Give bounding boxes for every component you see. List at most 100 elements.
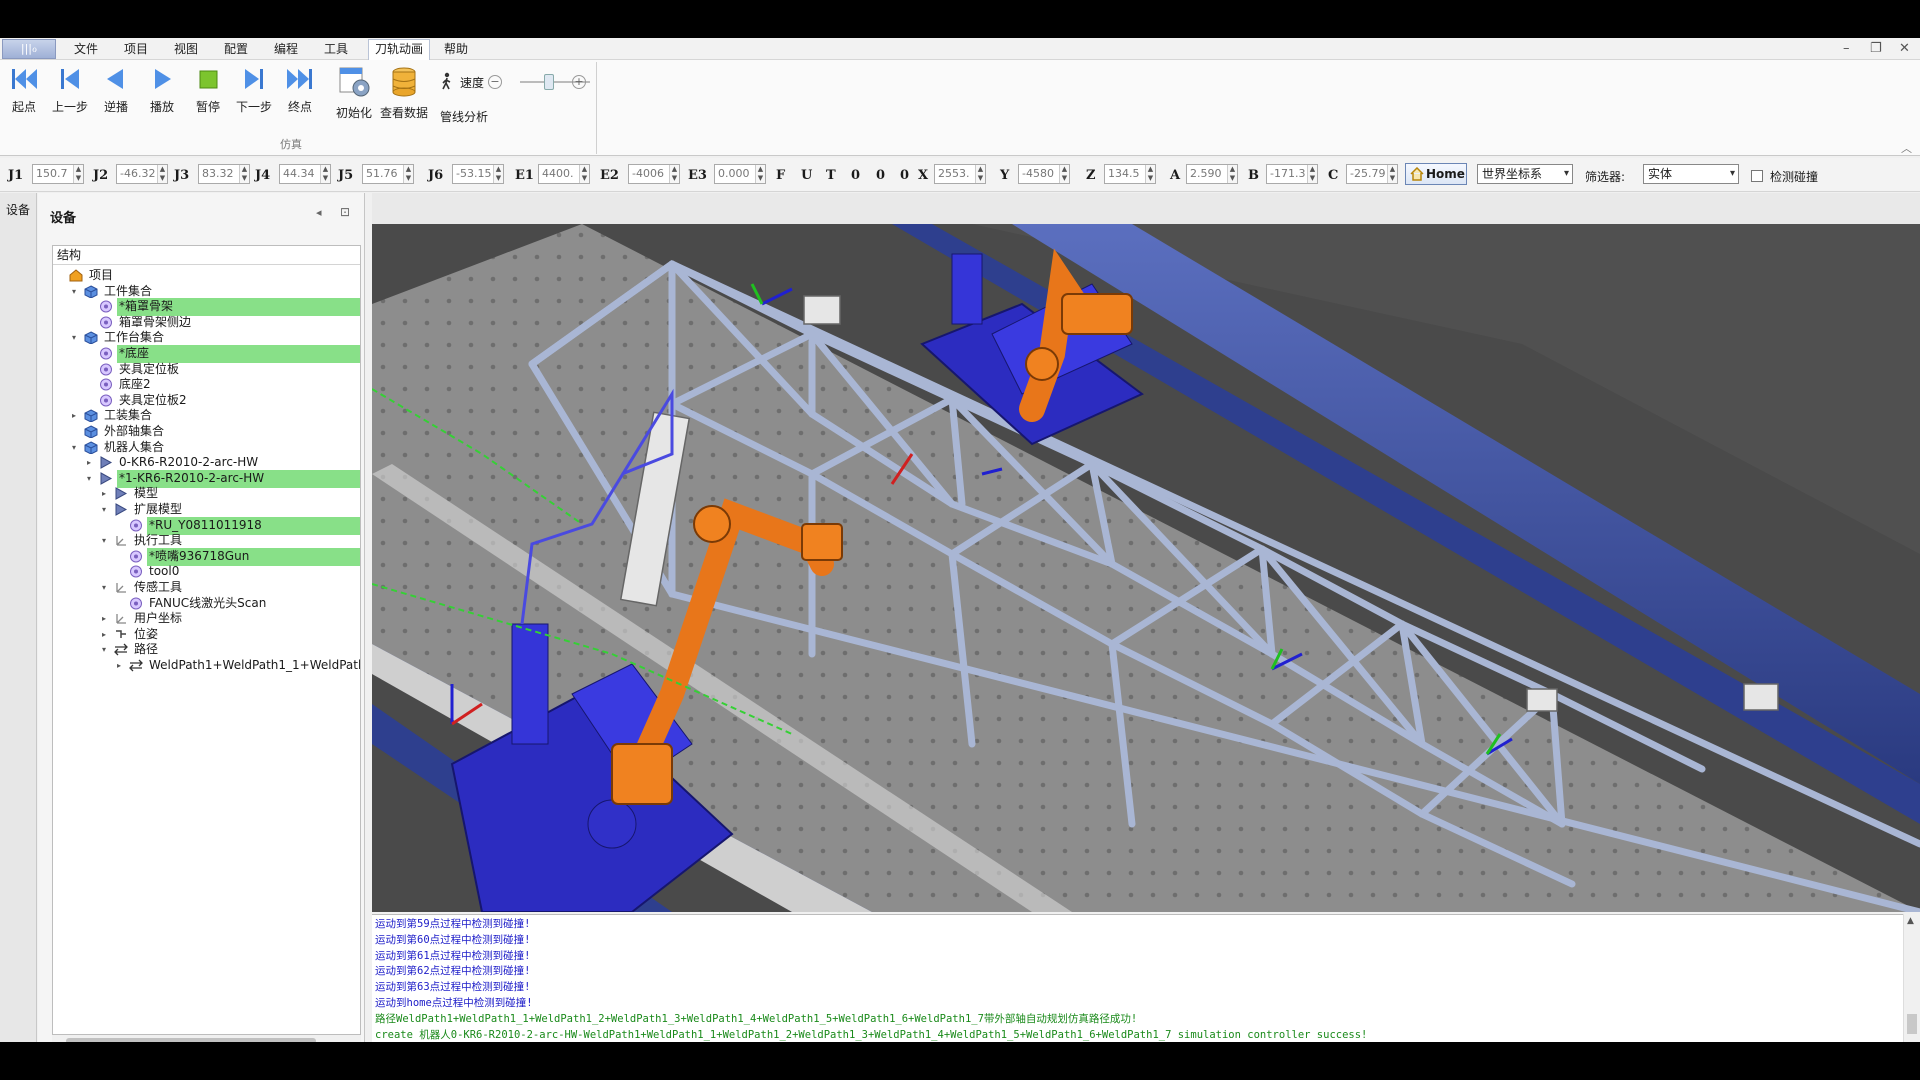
home-button[interactable]: Home: [1405, 163, 1467, 185]
coordinate-value: 2553.: [938, 167, 970, 180]
spinner-icon[interactable]: ▲ ▼: [755, 165, 765, 183]
undock-icon[interactable]: ⊡: [340, 205, 350, 219]
ribbon-button-label: 播放: [149, 100, 174, 114]
menu-item[interactable]: 工具: [318, 41, 354, 59]
menu-item[interactable]: 刀轨动画: [368, 39, 431, 60]
collision-checkbox[interactable]: [1751, 170, 1763, 182]
pose-icon: [114, 628, 128, 641]
pipe-analysis-button[interactable]: 管线分析: [440, 108, 488, 125]
joint-value-input[interactable]: -53.15 ▲ ▼: [452, 164, 504, 184]
ribbon-button-reverse-play[interactable]: 逆播: [94, 64, 138, 134]
menu-item[interactable]: 文件: [68, 41, 104, 59]
pin-icon[interactable]: ◂: [316, 206, 322, 219]
close-icon[interactable]: ✕: [1899, 41, 1910, 56]
play-icon: [140, 66, 184, 92]
coordinate-value-input[interactable]: 2.590 ▲ ▼: [1186, 164, 1238, 184]
collapse-ribbon-icon[interactable]: ︿: [1901, 140, 1912, 156]
expand-toggle-icon[interactable]: ▸: [117, 656, 121, 675]
spinner-icon[interactable]: ▲ ▼: [1059, 165, 1069, 183]
joint-value-input[interactable]: -4006 ▲ ▼: [628, 164, 680, 184]
prev-icon: [48, 66, 92, 92]
ribbon-button-prev[interactable]: 上一步: [48, 64, 92, 134]
config-flag: 0: [900, 168, 910, 183]
coordinate-value-input[interactable]: -25.79 ▲ ▼: [1346, 164, 1398, 184]
speed-slider-thumb[interactable]: [544, 74, 554, 90]
log-scrollbar[interactable]: ▲: [1903, 914, 1920, 1042]
coordinate-system-value: 世界坐标系: [1482, 167, 1543, 181]
spinner-icon[interactable]: ▲ ▼: [239, 165, 249, 183]
spinner-icon[interactable]: ▲ ▼: [975, 165, 985, 183]
output-log: 运动到第59点过程中检测到碰撞! 运动到第60点过程中检测到碰撞! 运动到第61点过…: [372, 914, 1903, 1042]
ribbon-button-gear[interactable]: 初始化: [326, 64, 382, 134]
coordinate-value-input[interactable]: -4580 ▲ ▼: [1018, 164, 1070, 184]
scrollbar-thumb[interactable]: [66, 1038, 316, 1042]
joint-value-input[interactable]: 150.7 ▲ ▼: [32, 164, 84, 184]
coordinate-value: -171.3: [1270, 167, 1306, 180]
filter-select[interactable]: 实体 ▾: [1643, 164, 1739, 184]
project-icon: [69, 269, 83, 282]
menu-item[interactable]: 编程: [268, 41, 304, 59]
home-label: Home: [1426, 167, 1465, 181]
spinner-icon[interactable]: ▲ ▼: [1227, 165, 1237, 183]
joint-value-input[interactable]: -46.32 ▲ ▼: [116, 164, 168, 184]
coordinate-system-select[interactable]: 世界坐标系 ▾: [1477, 164, 1573, 184]
ribbon-button-database[interactable]: 查看数据: [376, 64, 432, 134]
coordinate-value-input[interactable]: 134.5 ▲ ▼: [1104, 164, 1156, 184]
joint-value-input[interactable]: 0.000 ▲ ▼: [714, 164, 766, 184]
joint-value-input[interactable]: 4400. ▲ ▼: [538, 164, 590, 184]
coordinate-value-input[interactable]: -171.3 ▲ ▼: [1266, 164, 1318, 184]
ribbon-button-play[interactable]: 播放: [140, 64, 184, 134]
menu-item[interactable]: 项目: [118, 41, 154, 59]
part-icon: [129, 565, 143, 578]
menu-item[interactable]: 配置: [218, 41, 254, 59]
spinner-icon[interactable]: ▲ ▼: [1145, 165, 1155, 183]
cube-icon: [84, 441, 98, 455]
scrollbar-thumb[interactable]: [1907, 1014, 1917, 1034]
coordinate-label: Z: [1086, 168, 1096, 183]
app-menu-button[interactable]: |||ℴ: [2, 39, 56, 59]
spinner-icon[interactable]: ▲ ▼: [157, 165, 167, 183]
spinner-icon[interactable]: ▲ ▼: [320, 165, 330, 183]
cube-icon: [84, 425, 98, 439]
tree-item[interactable]: ▸ WeldPath1+WeldPath1_1+WeldPath1_: [53, 656, 360, 675]
spinner-icon[interactable]: ▲ ▼: [579, 165, 589, 183]
log-line: 运动到第60点过程中检测到碰撞!: [375, 933, 531, 946]
ribbon-button-last[interactable]: 终点: [278, 64, 322, 134]
joint-value: 51.76: [366, 167, 398, 180]
joint-value-input[interactable]: 51.76 ▲ ▼: [362, 164, 414, 184]
log-line: 路径WeldPath1+WeldPath1_1+WeldPath1_2+Weld…: [375, 1012, 1138, 1025]
speed-increase-button[interactable]: +: [572, 75, 586, 89]
spinner-icon[interactable]: ▲ ▼: [403, 165, 413, 183]
speed-decrease-button[interactable]: −: [488, 75, 502, 89]
menu-item[interactable]: 帮助: [438, 41, 474, 59]
scroll-up-icon[interactable]: ▲: [1907, 916, 1914, 926]
axis-icon: [114, 612, 128, 625]
joint-value-input[interactable]: 44.34 ▲ ▼: [279, 164, 331, 184]
minimize-icon[interactable]: –: [1843, 41, 1850, 56]
spinner-icon[interactable]: ▲ ▼: [1307, 165, 1317, 183]
part-icon: [129, 519, 143, 532]
menu-item[interactable]: 视图: [168, 41, 204, 59]
tree-horizontal-scrollbar[interactable]: [52, 1035, 361, 1042]
ribbon-button-stop[interactable]: 暂停: [186, 64, 230, 134]
log-line: 运动到第62点过程中检测到碰撞!: [375, 965, 531, 978]
part-icon: [99, 316, 113, 329]
walker-icon: [442, 72, 451, 90]
device-panel: 设备 ◂ ⊡ 结构 项目 ▾ 工件集合 *箱罩骨架 箱罩骨架侧边 ▾ 工作台集合 *底座 夹具定…: [38, 193, 365, 1042]
ribbon-button-first[interactable]: 起点: [2, 64, 46, 134]
3d-viewport[interactable]: [372, 224, 1920, 912]
spinner-icon[interactable]: ▲ ▼: [1387, 165, 1397, 183]
coordinate-value-input[interactable]: 2553. ▲ ▼: [934, 164, 986, 184]
chevron-down-icon: ▾: [1729, 168, 1735, 179]
gear-icon: [326, 66, 382, 98]
restore-icon[interactable]: ❐: [1870, 41, 1882, 56]
spinner-icon[interactable]: ▲ ▼: [73, 165, 83, 183]
structure-tree: 结构 项目 ▾ 工件集合 *箱罩骨架 箱罩骨架侧边 ▾ 工作台集合 *底座 夹具定位板 底座2 夹具…: [52, 245, 361, 1035]
spinner-icon[interactable]: ▲ ▼: [669, 165, 679, 183]
ribbon-button-next[interactable]: 下一步: [232, 64, 276, 134]
spinner-icon[interactable]: ▲ ▼: [493, 165, 503, 183]
joint-value: -46.32: [120, 167, 156, 180]
joint-value: -53.15: [456, 167, 492, 180]
side-tab-device[interactable]: 设备: [6, 201, 30, 218]
joint-value-input[interactable]: 83.32 ▲ ▼: [198, 164, 250, 184]
